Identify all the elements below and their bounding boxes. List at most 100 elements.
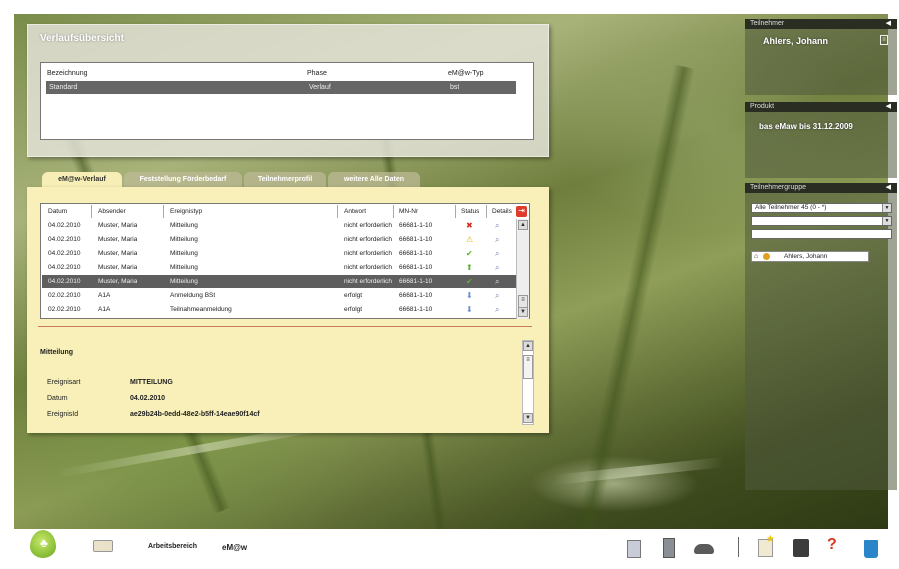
col-details[interactable]: Details	[492, 205, 512, 218]
magnifier-icon[interactable]: ⌕	[495, 247, 499, 260]
cell-antwort: nicht erforderlich	[344, 250, 393, 257]
participant-name: Ahlers, Johann	[763, 36, 829, 46]
cell-antwort: nicht erforderlich	[344, 278, 393, 285]
cell-datum: 04.02.2010	[48, 222, 81, 229]
overview-table: Bezeichnung Phase eM@w-Typ Standard Verl…	[40, 62, 534, 140]
group-header-label: Teilnehmergruppe	[750, 184, 807, 191]
cell-absender: Muster, Maria	[98, 236, 138, 243]
col-mn-nr[interactable]: MN-Nr	[399, 205, 418, 218]
magnifier-icon[interactable]: ⌕	[495, 275, 499, 288]
overview-row[interactable]: Standard Verlauf bst	[46, 81, 516, 94]
col-datum[interactable]: Datum	[48, 205, 67, 218]
col-absender[interactable]: Absender	[98, 205, 126, 218]
cell-emaw-typ: bst	[450, 84, 460, 91]
chevron-down-icon[interactable]: ▼	[882, 204, 891, 212]
detail-title: Mitteilung	[40, 349, 74, 356]
table-row[interactable]: 04.02.2010 Muster, Maria Mitteilung nicht e…	[42, 261, 516, 274]
column-separator	[163, 205, 164, 218]
binder-icon[interactable]	[659, 536, 681, 560]
document-icon[interactable]: ≡	[880, 35, 888, 45]
collapse-arrow-icon[interactable]: ◀	[886, 102, 891, 112]
collapse-arrow-icon[interactable]: ◀	[886, 183, 891, 193]
taskbar-arbeitsbereich[interactable]: Arbeitsbereich	[148, 543, 197, 550]
cell-absender: Muster, Maria	[98, 264, 138, 271]
column-separator	[91, 205, 92, 218]
column-separator	[393, 205, 394, 218]
participant-header: Teilnehmer ◀	[745, 19, 897, 29]
col-bezeichnung: Bezeichnung	[47, 70, 88, 77]
notes-star-icon[interactable]: ★	[755, 534, 777, 560]
status-ok-icon: ✔	[466, 277, 473, 286]
cell-mn-nr: 66681-1-10	[399, 222, 433, 229]
detail-label-ereignisid: EreignisId	[47, 411, 79, 418]
status-up-icon: ⬆	[466, 263, 473, 272]
tab-weitere-alle-daten[interactable]: weitere Alle Daten	[328, 172, 420, 187]
magnifier-icon[interactable]: ⌕	[495, 261, 499, 274]
handshake-icon[interactable]	[693, 536, 715, 560]
documents-icon[interactable]	[624, 536, 646, 560]
detail-scroll-up-button[interactable]: ▲	[523, 341, 533, 351]
magnifier-icon[interactable]: ⌕	[495, 233, 499, 246]
scroll-up-button[interactable]: ▲	[518, 220, 528, 230]
cell-absender: Muster, Maria	[98, 222, 138, 229]
detail-scroll-down-button[interactable]: ▼	[523, 413, 533, 423]
table-row[interactable]: 04.02.2010 Muster, Maria Mitteilung nicht e…	[42, 247, 516, 260]
group-member-item[interactable]: ⌂ Ahlers, Johann	[751, 251, 869, 262]
tab-teilnehmerprofil[interactable]: Teilnehmerprofil	[244, 172, 326, 187]
cell-absender: Muster, Maria	[98, 278, 138, 285]
save-icon[interactable]	[790, 536, 812, 560]
table-row[interactable]: 02.02.2010 A1A Teilnahmeanmeldung erfolgt 66…	[42, 303, 516, 316]
group-subselect[interactable]: ▼	[751, 216, 892, 226]
cell-ereignistyp: Anmeldung BSt	[170, 292, 216, 299]
scroll-down-button[interactable]: ▼	[518, 307, 528, 317]
table-row[interactable]: 04.02.2010 Muster, Maria Mitteilung nicht e…	[42, 275, 516, 288]
cell-antwort: nicht erforderlich	[344, 264, 393, 271]
product-panel	[745, 102, 897, 178]
group-select-value: Alle Teilnehmer 45 (0 - *)	[755, 204, 827, 211]
magnifier-icon[interactable]: ⌕	[495, 219, 499, 232]
col-ereignistyp[interactable]: Ereignistyp	[170, 205, 202, 218]
tab-feststellung-foerderbedarf[interactable]: Feststellung Förderbedarf	[124, 172, 242, 187]
group-select[interactable]: Alle Teilnehmer 45 (0 - *) ▼	[751, 203, 892, 213]
magnifier-icon[interactable]: ⌕	[495, 289, 499, 302]
cell-ereignistyp: Mitteilung	[170, 250, 198, 257]
detail-label-datum: Datum	[47, 395, 68, 402]
status-down-icon: ⬇	[466, 291, 473, 300]
status-down-icon: ⬇	[466, 305, 473, 314]
events-scrollbar[interactable]: ▲ ≡ ▼	[516, 219, 529, 319]
product-value: bas eMaw bis 31.12.2009	[759, 122, 853, 131]
cell-antwort: erfolgt	[344, 292, 363, 299]
export-icon[interactable]: ⇥	[516, 206, 527, 217]
column-separator	[455, 205, 456, 218]
detail-value-ereignisid: ae29b24b-0edd-48e2-b5ff-14eae90f14cf	[130, 411, 260, 418]
product-header: Produkt ◀	[745, 102, 897, 112]
cell-mn-nr: 66681-1-10	[399, 278, 433, 285]
cell-ereignistyp: Mitteilung	[170, 222, 198, 229]
taskbar-emaw[interactable]: eM@w	[222, 543, 247, 552]
cell-mn-nr: 66681-1-10	[399, 236, 433, 243]
cell-antwort: nicht erforderlich	[344, 222, 393, 229]
chevron-down-icon[interactable]: ▼	[882, 217, 891, 225]
cell-ereignistyp: Mitteilung	[170, 278, 198, 285]
help-icon[interactable]: ?	[825, 536, 847, 560]
workspace-icon[interactable]	[93, 540, 113, 552]
detail-scroll-thumb[interactable]: ≡	[523, 355, 533, 379]
taskbar-separator	[738, 537, 739, 557]
table-row[interactable]: 04.02.2010 Muster, Maria Mitteilung nicht e…	[42, 233, 516, 246]
col-status[interactable]: Status	[461, 205, 479, 218]
tab-emaw-verlauf[interactable]: eM@w-Verlauf	[42, 172, 122, 187]
collapse-arrow-icon[interactable]: ◀	[886, 19, 891, 29]
person-icon	[763, 253, 770, 260]
events-header-row: Datum Absender Ereignistyp Antwort MN-Nr…	[42, 205, 516, 218]
status-warning-icon: ⚠	[466, 235, 474, 244]
detail-value-datum: 04.02.2010	[130, 395, 166, 402]
leaf-logo-icon[interactable]: ♣	[30, 530, 56, 558]
col-antwort[interactable]: Antwort	[344, 205, 366, 218]
table-row[interactable]: 04.02.2010 Muster, Maria Mitteilung nicht e…	[42, 219, 516, 232]
table-row[interactable]: 02.02.2010 A1A Anmeldung BSt erfolgt 66681-1…	[42, 289, 516, 302]
group-search-input[interactable]	[751, 229, 892, 239]
magnifier-icon[interactable]: ⌕	[495, 303, 499, 316]
trash-icon[interactable]	[860, 536, 882, 560]
detail-scrollbar[interactable]: ▲ ≡ ▼	[522, 340, 534, 425]
cell-datum: 02.02.2010	[48, 306, 81, 313]
